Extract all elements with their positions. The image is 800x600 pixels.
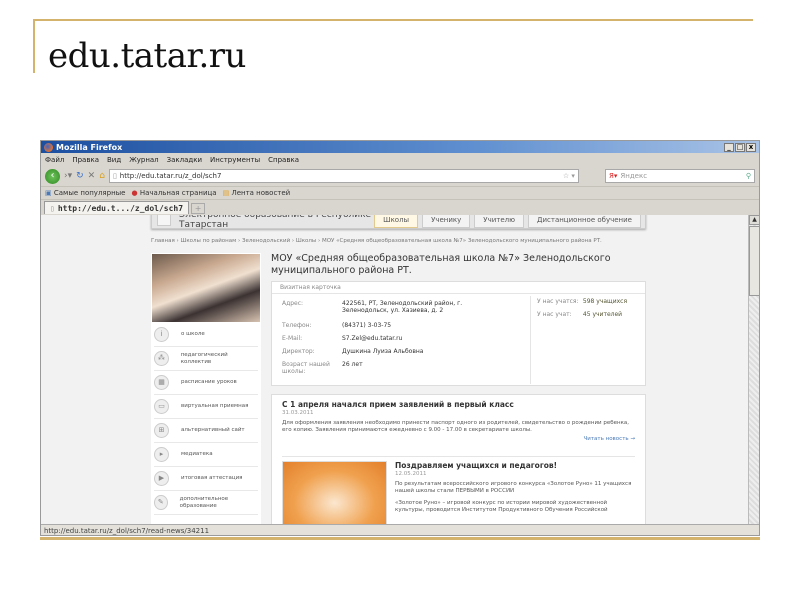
info-icon: i: [154, 327, 169, 342]
school-title: МОУ «Средняя общеобразовательная школа №…: [271, 253, 611, 276]
window-titlebar: Mozilla Firefox _ □ x: [41, 141, 759, 153]
search-input[interactable]: Я▾ Яндекс ⚲: [605, 169, 755, 183]
url-input[interactable]: ▯ http://edu.tatar.ru/z_dol/sch7 ☆ ▾: [108, 169, 579, 183]
menu-help[interactable]: Справка: [268, 156, 299, 164]
news-text: По результатам всероссийского игрового к…: [395, 481, 632, 494]
field-email: E-Mail: S7.Zel@edu.tatar.ru: [282, 335, 403, 342]
window-title: Mozilla Firefox: [56, 142, 123, 152]
url-text: http://edu.tatar.ru/z_dol/sch7: [119, 172, 222, 180]
sidebar-item-reception[interactable]: ▭ виртуальная приемная: [154, 395, 258, 419]
bookmark-start-page[interactable]: ● Начальная страница: [132, 189, 217, 197]
browser-screenshot: Mozilla Firefox _ □ x Файл Правка Вид Жу…: [40, 140, 760, 536]
grid-icon: ▦: [154, 375, 169, 390]
school-sidebar: iо школе ⁂ педагогический коллектив ▦ расп…: [151, 253, 261, 524]
card-heading: Визитная карточка: [272, 282, 645, 294]
tab-distance-learning[interactable]: Дистанционное обучение: [528, 215, 641, 228]
news-item: С 1 апреля начался прием заявлений в пер…: [282, 400, 635, 442]
bookmark-star-icon[interactable]: ☆ ▾: [563, 172, 575, 180]
search-placeholder: Яндекс: [620, 172, 648, 180]
menu-history[interactable]: Журнал: [129, 156, 158, 164]
sidebar-item-extra-education[interactable]: ✎ дополнительное образование: [154, 491, 258, 515]
forward-icon[interactable]: ›▾: [64, 171, 72, 181]
page-icon: ▯: [112, 172, 117, 180]
bookmark-most-visited[interactable]: ▣ Самые популярные: [45, 189, 126, 197]
news-text-2: «Золотое Руно» – игровой конкурс по исто…: [395, 500, 608, 513]
news-image[interactable]: [282, 461, 387, 524]
vertical-scrollbar[interactable]: ▲: [748, 215, 759, 524]
tab-bar: ▯ http://edu.t.../z_dol/sch7 +: [41, 199, 759, 214]
minimize-button[interactable]: _: [724, 142, 734, 152]
maximize-button[interactable]: □: [735, 142, 745, 152]
monitor-icon: ▭: [154, 399, 169, 414]
sidebar-item-about[interactable]: iо школе: [154, 323, 258, 347]
chat-icon: ✎: [154, 495, 168, 510]
news-date: 12.05.2011: [395, 471, 427, 477]
read-more-link[interactable]: Читать новость →: [282, 436, 635, 442]
media-icon: ▸: [154, 447, 169, 462]
tab-active[interactable]: ▯ http://edu.t.../z_dol/sch7: [44, 201, 190, 214]
bookmarks-toolbar: ▣ Самые популярные ● Начальная страница …: [41, 186, 759, 199]
page-icon: ▯: [50, 203, 55, 213]
stat-students: У нас учатся: 598 учащихся: [537, 298, 628, 305]
yandex-icon[interactable]: Я▾: [609, 172, 617, 180]
search-icon[interactable]: ⚲: [746, 172, 751, 180]
site-header: Электронное образование в Республике Тат…: [151, 215, 646, 230]
menu-edit[interactable]: Правка: [72, 156, 99, 164]
close-button[interactable]: x: [746, 142, 756, 152]
sitemap-icon: ⊞: [154, 423, 169, 438]
tab-schools[interactable]: Школы: [374, 215, 419, 228]
navigation-toolbar: ‹ ›▾ ↻ ✕ ⌂ ▯ http://edu.tatar.ru/z_dol/s…: [41, 166, 759, 186]
school-stats: У нас учатся: 598 учащихся У нас учат: 4…: [530, 296, 627, 384]
page-content: Электронное образование в Республике Тат…: [41, 215, 748, 524]
sidebar-item-staff[interactable]: ⁂ педагогический коллектив: [154, 347, 258, 371]
home-icon[interactable]: ⌂: [99, 171, 105, 181]
field-director: Директор: Душкина Луиза Альбовна: [282, 348, 424, 355]
menu-tools[interactable]: Инструменты: [210, 156, 260, 164]
new-tab-button[interactable]: +: [191, 203, 206, 214]
news-title[interactable]: Поздравляем учащихся и педагогов!: [395, 461, 635, 470]
field-phone: Телефон: (84371) 3-03-75: [282, 322, 392, 329]
menu-view[interactable]: Вид: [107, 156, 121, 164]
stop-icon[interactable]: ✕: [88, 171, 96, 181]
status-bar: http://edu.tatar.ru/z_dol/sch7/read-news…: [41, 524, 759, 535]
breadcrumb[interactable]: Главная › Школы по районам › Зеленодольс…: [151, 238, 602, 244]
tab-student[interactable]: Ученику: [422, 215, 471, 228]
site-logo[interactable]: [157, 215, 171, 226]
slide-top-rule: [33, 19, 753, 21]
news-text: Для оформления заявления необходимо прин…: [282, 420, 630, 433]
slide-title: edu.tatar.ru: [48, 36, 246, 76]
field-age: Возраст нашей школы: 26 лет: [282, 361, 363, 375]
school-photo: [152, 254, 260, 322]
menu-bar: Файл Правка Вид Журнал Закладки Инструме…: [41, 153, 759, 166]
play-icon: ▶: [154, 471, 169, 486]
slide-bottom-rule: [40, 537, 760, 540]
bookmark-news-feed[interactable]: ▤ Лента новостей: [223, 189, 291, 197]
news-date: 31.03.2011: [282, 410, 314, 416]
site-title: Электронное образование в Республике Тат…: [179, 215, 372, 230]
tab-teacher[interactable]: Учителю: [474, 215, 524, 228]
scroll-thumb[interactable]: [749, 226, 759, 296]
sidebar-item-attestation[interactable]: ▶ итоговая аттестация: [154, 467, 258, 491]
sidebar-item-schedule[interactable]: ▦ расписание уроков: [154, 371, 258, 395]
school-card: Визитная карточка Адрес: 422561, РТ, Зеле…: [271, 281, 646, 386]
scroll-up-icon[interactable]: ▲: [749, 215, 759, 225]
field-address: Адрес: 422561, РТ, Зеленодольский район, …: [282, 300, 463, 314]
news-list: С 1 апреля начался прием заявлений в пер…: [271, 394, 646, 524]
slide-left-rule: [33, 19, 35, 73]
back-icon[interactable]: ‹: [45, 168, 60, 184]
main-column: МОУ «Средняя общеобразовательная школа №…: [271, 253, 646, 524]
news-title[interactable]: С 1 апреля начался прием заявлений в пер…: [282, 400, 635, 409]
menu-file[interactable]: Файл: [45, 156, 64, 164]
sidebar-item-alt-site[interactable]: ⊞ альтернативный сайт: [154, 419, 258, 443]
stat-teachers: У нас учат: 45 учителей: [537, 311, 623, 318]
reload-icon[interactable]: ↻: [76, 171, 84, 181]
people-icon: ⁂: [154, 351, 169, 366]
menu-bookmarks[interactable]: Закладки: [167, 156, 202, 164]
news-item: Поздравляем учащихся и педагогов! 12.05.…: [282, 456, 635, 524]
firefox-icon: [44, 142, 53, 152]
sidebar-item-media[interactable]: ▸ медиатека: [154, 443, 258, 467]
